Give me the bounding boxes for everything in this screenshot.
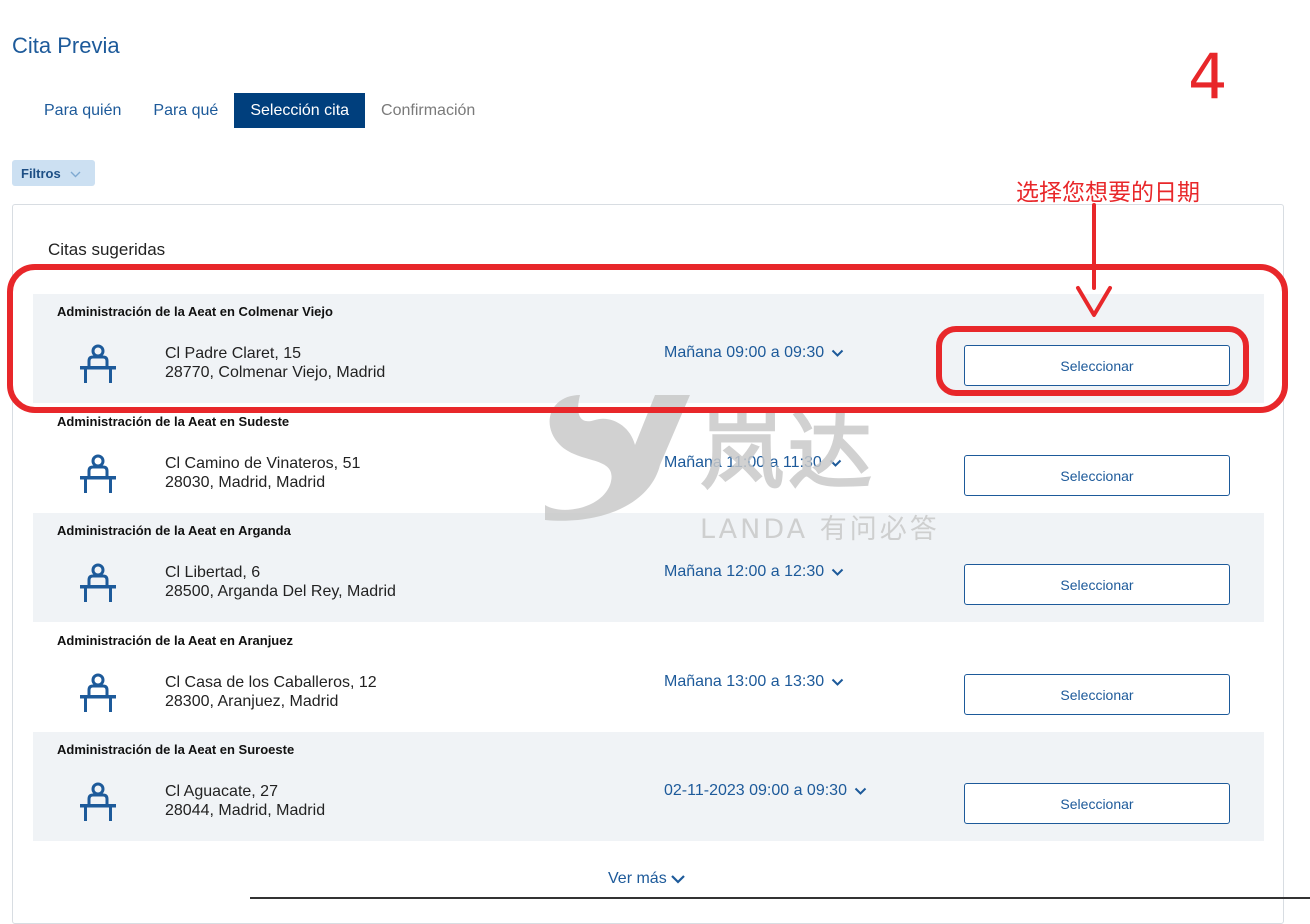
office-name: Administración de la Aeat en Sudeste — [57, 414, 290, 429]
annotation-step-number: 4 — [1188, 40, 1228, 113]
address-line-1: Cl Libertad, 6 — [165, 564, 261, 581]
address-line-1: Cl Camino de Vinateros, 51 — [165, 455, 361, 472]
select-button[interactable]: Seleccionar — [964, 455, 1230, 496]
tab-seleccion-cita[interactable]: Selección cita — [234, 93, 366, 128]
office-row: Administración de la Aeat en Aranjuez Cl … — [33, 623, 1264, 732]
tab-confirmacion: Confirmación — [381, 102, 476, 119]
filters-label: Filtros — [21, 165, 61, 181]
office-address: Cl Libertad, 6 28500, Arganda Del Rey, Ma… — [165, 563, 396, 601]
select-button[interactable]: Seleccionar — [964, 674, 1230, 715]
step-tabs: Para quién Para qué Selección cita Confi… — [28, 93, 491, 128]
watermark-tagline: LANDA 有问必答 — [700, 514, 940, 545]
chevron-down-icon — [70, 166, 81, 181]
office-address: Cl Camino de Vinateros, 51 28030, Madrid,… — [165, 454, 360, 492]
chevron-down-icon — [670, 874, 685, 884]
appointment-time-dropdown[interactable]: Mañana 12:00 a 12:30 — [664, 563, 844, 581]
address-line-1: Cl Aguacate, 27 — [165, 783, 278, 800]
office-name: Administración de la Aeat en Arganda — [57, 523, 291, 538]
select-button[interactable]: Seleccionar — [964, 783, 1230, 824]
office-address: Cl Casa de los Caballeros, 12 28300, Aran… — [165, 673, 377, 711]
chevron-down-icon — [831, 568, 844, 576]
appointment-time: Mañana 12:00 a 12:30 — [664, 563, 825, 580]
appointment-time-dropdown[interactable]: 02-11-2023 09:00 a 09:30 — [664, 782, 867, 800]
address-line-1: Cl Casa de los Caballeros, 12 — [165, 674, 377, 691]
suggested-title: Citas sugeridas — [48, 240, 166, 259]
address-line-2: 28500, Arganda Del Rey, Madrid — [165, 583, 396, 600]
appointment-time: Mañana 13:00 a 13:30 — [664, 673, 825, 690]
show-more-label: Ver más — [608, 870, 667, 887]
tab-para-quien[interactable]: Para quién — [28, 93, 137, 128]
office-address: Cl Aguacate, 27 28044, Madrid, Madrid — [165, 782, 325, 820]
appointment-time-dropdown[interactable]: Mañana 13:00 a 13:30 — [664, 673, 844, 691]
appointment-time: 02-11-2023 09:00 a 09:30 — [664, 782, 847, 799]
office-name: Administración de la Aeat en Suroeste — [57, 742, 295, 757]
page-title: Cita Previa — [12, 33, 120, 58]
office-desk-icon — [80, 782, 116, 821]
address-line-2: 28044, Madrid, Madrid — [165, 802, 326, 819]
office-row: Administración de la Aeat en Suroeste Cl … — [33, 732, 1264, 841]
filters-toggle[interactable]: Filtros — [12, 160, 95, 186]
address-line-2: 28030, Madrid, Madrid — [165, 474, 326, 491]
tab-para-que[interactable]: Para qué — [137, 93, 234, 128]
office-name: Administración de la Aeat en Aranjuez — [57, 633, 293, 648]
office-desk-icon — [80, 673, 116, 712]
address-line-2: 28300, Aranjuez, Madrid — [165, 693, 339, 710]
annotation-highlight-button — [936, 326, 1249, 396]
office-desk-icon — [80, 563, 116, 602]
bottom-divider — [250, 897, 1310, 899]
show-more-link[interactable]: Ver más — [608, 870, 686, 888]
chevron-down-icon — [854, 787, 867, 795]
office-desk-icon — [80, 454, 116, 493]
chevron-down-icon — [831, 678, 844, 686]
select-button[interactable]: Seleccionar — [964, 564, 1230, 605]
